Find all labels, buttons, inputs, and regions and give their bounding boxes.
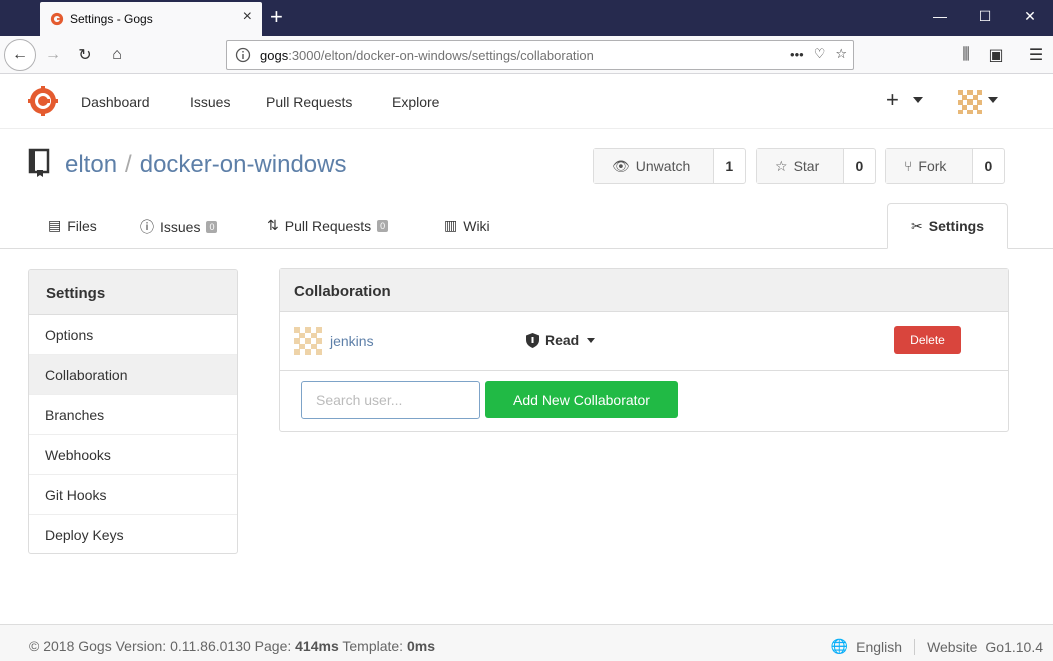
sidebar-item-collaboration[interactable]: Collaboration xyxy=(29,355,237,395)
footer: © 2018 Gogs Version: 0.11.86.0130 Page: … xyxy=(0,624,1053,661)
repo-tabs: ▤ Files ⓘ Issues 0 ⇅ Pull Requests 0 ▥ W… xyxy=(0,203,1053,249)
library-icon[interactable]: ⫼ xyxy=(955,44,977,66)
panel-title: Collaboration xyxy=(280,269,1008,312)
chevron-down-icon xyxy=(587,337,596,343)
close-tab-icon[interactable]: × xyxy=(243,9,252,25)
star-button-group: ☆ Star 0 xyxy=(756,148,876,184)
browser-tab[interactable]: Settings - Gogs × xyxy=(40,2,262,36)
repo-book-icon xyxy=(28,148,50,177)
website-link[interactable]: Website xyxy=(927,639,977,655)
footer-divider xyxy=(914,638,916,655)
sidebar-item-deploy-keys[interactable]: Deploy Keys xyxy=(29,515,237,553)
browser-titlebar: Settings - Gogs × + — ☐ ✕ xyxy=(0,0,1053,36)
forward-arrow-icon[interactable]: → xyxy=(42,44,64,66)
fork-count[interactable]: 0 xyxy=(973,149,1004,183)
go-version: Go1.10.4 xyxy=(985,638,1043,655)
url-text: gogs:3000/elton/docker-on-windows/settin… xyxy=(260,48,594,63)
user-dropdown-caret-icon[interactable] xyxy=(988,97,998,103)
back-arrow-icon[interactable]: ← xyxy=(4,39,36,71)
settings-sidebar: Settings Options Collaboration Branches … xyxy=(28,269,238,554)
ellipsis-icon[interactable]: ••• xyxy=(790,47,804,62)
home-icon[interactable]: ⌂ xyxy=(106,44,128,66)
sidebar-toggle-icon[interactable]: ▣ xyxy=(985,44,1007,66)
url-bar[interactable]: gogs:3000/elton/docker-on-windows/settin… xyxy=(226,40,854,70)
tab-pull-requests[interactable]: ⇅ Pull Requests 0 xyxy=(267,217,389,234)
unwatch-button-group: 👁 Unwatch 1 xyxy=(593,148,746,184)
unwatch-button[interactable]: 👁 Unwatch xyxy=(594,149,714,183)
menu-icon[interactable]: ☰ xyxy=(1025,44,1047,66)
book-icon: ▥ xyxy=(444,217,458,233)
app-header: Dashboard Issues Pull Requests Explore + xyxy=(0,75,1053,129)
collaborator-name-link[interactable]: jenkins xyxy=(330,333,374,349)
page-time: 414ms xyxy=(295,638,339,654)
nav-issues[interactable]: Issues xyxy=(190,94,230,110)
footer-version-info: © 2018 Gogs Version: 0.11.86.0130 Page: … xyxy=(29,638,435,654)
tab-issues[interactable]: ⓘ Issues 0 xyxy=(140,217,218,237)
sidebar-item-git-hooks[interactable]: Git Hooks xyxy=(29,475,237,515)
tab-settings[interactable]: ✂ Settings xyxy=(887,203,1008,249)
create-dropdown-caret-icon[interactable] xyxy=(913,97,923,103)
shield-icon xyxy=(526,332,539,348)
gogs-favicon-icon xyxy=(50,12,64,26)
nav-explore[interactable]: Explore xyxy=(392,94,439,110)
nav-pull-requests[interactable]: Pull Requests xyxy=(266,94,352,110)
pull-request-icon: ⇅ xyxy=(267,217,279,233)
fork-button-group: ⑂ Fork 0 xyxy=(885,148,1005,184)
collaborator-row: jenkins Read Delete xyxy=(280,313,1008,371)
issues-count-badge: 0 xyxy=(206,221,218,233)
repo-owner-link[interactable]: elton xyxy=(65,151,117,178)
repo-title-separator: / xyxy=(125,151,132,178)
star-count[interactable]: 0 xyxy=(844,149,875,183)
new-tab-icon[interactable]: + xyxy=(270,6,283,28)
file-icon: ▤ xyxy=(48,217,62,233)
eye-icon: 👁 xyxy=(612,157,630,174)
sidebar-item-options[interactable]: Options xyxy=(29,315,237,355)
tab-title: Settings - Gogs xyxy=(70,12,153,26)
template-time: 0ms xyxy=(406,638,435,654)
star-button[interactable]: ☆ Star xyxy=(757,149,844,183)
permission-label: Read xyxy=(545,332,580,348)
close-window-icon[interactable]: ✕ xyxy=(1020,8,1040,24)
sidebar-title: Settings xyxy=(29,270,237,315)
add-collaborator-button[interactable]: Add New Collaborator xyxy=(485,381,678,418)
issue-opened-icon: ⓘ xyxy=(140,219,154,235)
language-selector[interactable]: English xyxy=(856,639,902,655)
repo-title: elton / docker-on-windows xyxy=(65,151,346,179)
reload-icon[interactable]: ↻ xyxy=(74,44,96,66)
tab-wiki[interactable]: ▥ Wiki xyxy=(444,217,490,234)
delete-collaborator-button[interactable]: Delete xyxy=(894,326,961,354)
gogs-logo-icon[interactable] xyxy=(28,86,58,116)
repo-name-link[interactable]: docker-on-windows xyxy=(140,151,347,178)
collaboration-panel: Collaboration jenkins Read Delete Add Ne… xyxy=(279,268,1009,432)
collaborator-avatar[interactable] xyxy=(294,327,322,355)
search-user-input[interactable] xyxy=(301,381,480,419)
pulls-count-badge: 0 xyxy=(377,219,389,232)
sidebar-item-branches[interactable]: Branches xyxy=(29,395,237,435)
watch-count[interactable]: 1 xyxy=(714,149,745,183)
fork-icon: ⑂ xyxy=(904,158,913,174)
maximize-icon[interactable]: ☐ xyxy=(975,8,995,24)
permission-dropdown[interactable]: Read xyxy=(526,332,596,348)
browser-navbar: ← → ↻ ⌂ gogs:3000/elton/docker-on-window… xyxy=(0,36,1053,74)
pocket-icon[interactable]: ♡ xyxy=(814,46,826,62)
nav-dashboard[interactable]: Dashboard xyxy=(81,94,150,110)
tab-files[interactable]: ▤ Files xyxy=(48,217,97,234)
star-icon: ☆ xyxy=(775,157,788,174)
tools-icon: ✂ xyxy=(911,217,923,234)
info-icon[interactable] xyxy=(235,47,251,63)
bookmark-star-icon[interactable]: ☆ xyxy=(835,46,847,62)
fork-button[interactable]: ⑂ Fork xyxy=(886,149,973,183)
globe-icon: 🌐 xyxy=(830,638,849,654)
user-avatar[interactable] xyxy=(957,89,983,115)
create-plus-icon[interactable]: + xyxy=(886,89,899,111)
minimize-icon[interactable]: — xyxy=(930,8,950,24)
sidebar-item-webhooks[interactable]: Webhooks xyxy=(29,435,237,475)
